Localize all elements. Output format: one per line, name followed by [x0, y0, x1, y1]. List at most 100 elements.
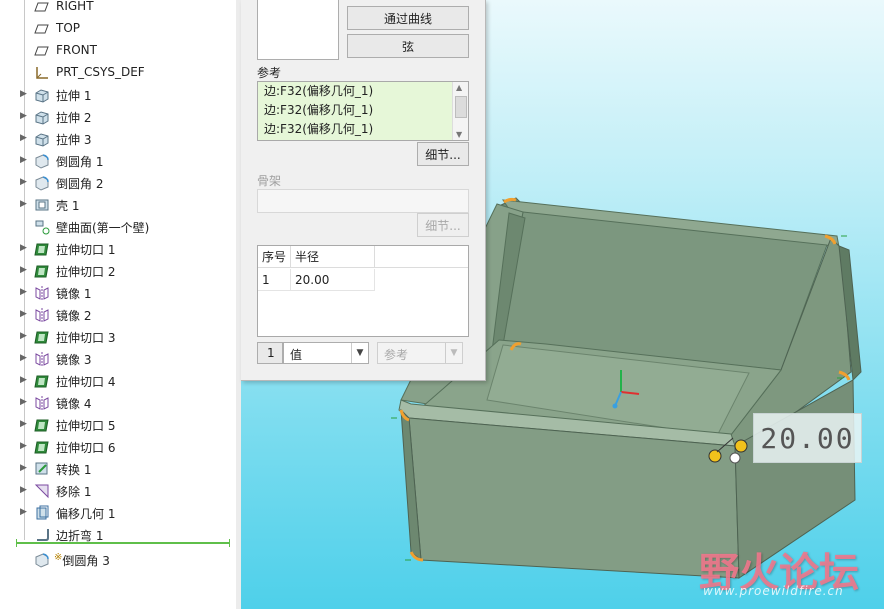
tree-item-label: 镜像 1 — [56, 287, 92, 301]
tree-item-label: 镜像 4 — [56, 397, 92, 411]
tree-item[interactable]: FRONT — [0, 40, 236, 62]
extrude-icon — [34, 131, 50, 147]
scroll-up-icon[interactable]: ▲ — [456, 83, 462, 92]
tree-item[interactable]: ▶ 拉伸切口 1 — [0, 238, 236, 260]
table-cell-radius[interactable]: 20.00 — [291, 269, 375, 291]
tree-item-label: 拉伸切口 4 — [56, 375, 116, 389]
reference-select: 参考 ▼ — [377, 342, 463, 364]
references-list[interactable]: 边:F32(偏移几何_1) 边:F32(偏移几何_1) 边:F32(偏移几何_1… — [257, 81, 469, 141]
tree-item[interactable]: ▶ 拉伸切口 5 — [0, 414, 236, 436]
skeleton-field — [257, 189, 469, 213]
tree-item[interactable]: ▶ 移除 1 — [0, 480, 236, 502]
expand-arrow-icon[interactable]: ▶ — [20, 331, 27, 341]
extrude-cut-icon — [34, 417, 50, 433]
tree-item-label: 倒圆角 2 — [56, 177, 104, 191]
edge-bend-icon — [34, 527, 50, 543]
tree-item[interactable]: ▶ 镜像 2 — [0, 304, 236, 326]
convert-icon — [34, 461, 50, 477]
tree-item-label: 拉伸切口 6 — [56, 441, 116, 455]
tree-item-label: 拉伸 3 — [56, 133, 92, 147]
tree-item[interactable]: ▶ 镜像 4 — [0, 392, 236, 414]
skeleton-title: 骨架 — [257, 174, 282, 188]
tree-item-label: RIGHT — [56, 0, 94, 13]
model-tree[interactable]: RIGHT TOP FRONT PRT_CSYS_DEF ▶ 拉伸 1 ▶ 拉伸 2 ▶ 拉伸 3… — [0, 0, 237, 609]
tree-item-label: 移除 1 — [56, 485, 92, 499]
mirror-icon — [34, 307, 50, 323]
tree-item-label: PRT_CSYS_DEF — [56, 65, 145, 79]
expand-arrow-icon[interactable]: ▶ — [20, 89, 27, 99]
mirror-icon — [34, 395, 50, 411]
tree-item-label: 拉伸切口 5 — [56, 419, 116, 433]
tree-item[interactable]: ▶ 偏移几何 1 — [0, 502, 236, 524]
expand-arrow-icon[interactable]: ▶ — [20, 485, 27, 495]
coordinate-system-icon — [34, 65, 50, 81]
tree-item[interactable]: ▶ 拉伸切口 3 — [0, 326, 236, 348]
tree-item[interactable]: ▶ 倒圆角 1 — [0, 150, 236, 172]
scroll-down-icon[interactable]: ▼ — [456, 130, 462, 139]
chevron-down-icon: ▼ — [445, 343, 462, 363]
expand-arrow-icon[interactable]: ▶ — [20, 265, 27, 275]
scroll-thumb[interactable] — [455, 96, 467, 118]
chevron-down-icon[interactable]: ▼ — [351, 343, 368, 363]
tree-item-label: 壳 1 — [56, 199, 80, 213]
tree-item[interactable]: TOP — [0, 18, 236, 40]
extrude-cut-icon — [34, 439, 50, 455]
expand-arrow-icon[interactable]: ▶ — [20, 375, 27, 385]
tree-item-active-round[interactable]: ※倒圆角 3 — [0, 549, 236, 571]
reference-item[interactable]: 边:F32(偏移几何_1) — [258, 101, 468, 120]
expand-arrow-icon[interactable]: ▶ — [20, 177, 27, 187]
tree-item[interactable]: ▶ 壳 1 — [0, 194, 236, 216]
expand-arrow-icon[interactable]: ▶ — [20, 463, 27, 473]
value-type-select[interactable]: 值 ▼ — [283, 342, 369, 364]
mirror-icon — [34, 285, 50, 301]
tree-item[interactable]: ▶ 拉伸切口 2 — [0, 260, 236, 282]
reference-item[interactable]: 边:F32(偏移几何_1) — [258, 120, 468, 139]
tree-item[interactable]: ▶ 拉伸 2 — [0, 106, 236, 128]
tree-item[interactable]: ▶ 镜像 3 — [0, 348, 236, 370]
radius-dimension-label[interactable]: 20.00 — [753, 413, 862, 463]
row-number-field: 1 — [257, 342, 283, 364]
tree-item[interactable]: ▶ 倒圆角 2 — [0, 172, 236, 194]
round-icon — [34, 153, 50, 169]
radius-table[interactable]: 序号 半径 1 20.00 — [257, 245, 469, 337]
expand-arrow-icon[interactable]: ▶ — [20, 111, 27, 121]
expand-arrow-icon[interactable]: ▶ — [20, 441, 27, 451]
expand-arrow-icon[interactable]: ▶ — [20, 419, 27, 429]
round-icon — [34, 552, 50, 568]
references-details-button[interactable]: 细节... — [417, 142, 469, 166]
tree-item-label: 偏移几何 1 — [56, 507, 116, 521]
tree-item[interactable]: PRT_CSYS_DEF — [0, 62, 236, 84]
tree-item-label: 镜像 3 — [56, 353, 92, 367]
mirror-icon — [34, 351, 50, 367]
expand-arrow-icon[interactable]: ▶ — [20, 353, 27, 363]
references-scrollbar[interactable]: ▲ ▼ — [452, 82, 468, 140]
chord-button[interactable]: 弦 — [347, 34, 469, 58]
expand-arrow-icon[interactable]: ▶ — [20, 309, 27, 319]
reference-item[interactable]: 边:F32(偏移几何_1) — [258, 82, 468, 101]
through-curve-button[interactable]: 通过曲线 — [347, 6, 469, 30]
extrude-cut-icon — [34, 241, 50, 257]
tree-item[interactable]: ▶ 拉伸 1 — [0, 84, 236, 106]
expand-arrow-icon[interactable]: ▶ — [20, 397, 27, 407]
table-cell-index[interactable]: 1 — [258, 269, 291, 291]
extrude-cut-icon — [34, 373, 50, 389]
tree-item-label: 拉伸 1 — [56, 89, 92, 103]
sets-list-box[interactable] — [257, 0, 339, 60]
expand-arrow-icon[interactable]: ▶ — [20, 243, 27, 253]
round-icon — [34, 175, 50, 191]
tree-item[interactable]: 壁曲面(第一个壁) — [0, 216, 236, 238]
expand-arrow-icon[interactable]: ▶ — [20, 133, 27, 143]
expand-arrow-icon[interactable]: ▶ — [20, 507, 27, 517]
insert-here-marker[interactable] — [16, 539, 230, 547]
extrude-icon — [34, 109, 50, 125]
tree-item[interactable]: ▶ 拉伸 3 — [0, 128, 236, 150]
tree-item[interactable]: ▶ 镜像 1 — [0, 282, 236, 304]
expand-arrow-icon[interactable]: ▶ — [20, 155, 27, 165]
expand-arrow-icon[interactable]: ▶ — [20, 199, 27, 209]
tree-item-label: 拉伸切口 3 — [56, 331, 116, 345]
tree-item[interactable]: ▶ 转换 1 — [0, 458, 236, 480]
tree-item[interactable]: RIGHT — [0, 0, 236, 18]
tree-item[interactable]: ▶ 拉伸切口 4 — [0, 370, 236, 392]
tree-item[interactable]: ▶ 拉伸切口 6 — [0, 436, 236, 458]
expand-arrow-icon[interactable]: ▶ — [20, 287, 27, 297]
